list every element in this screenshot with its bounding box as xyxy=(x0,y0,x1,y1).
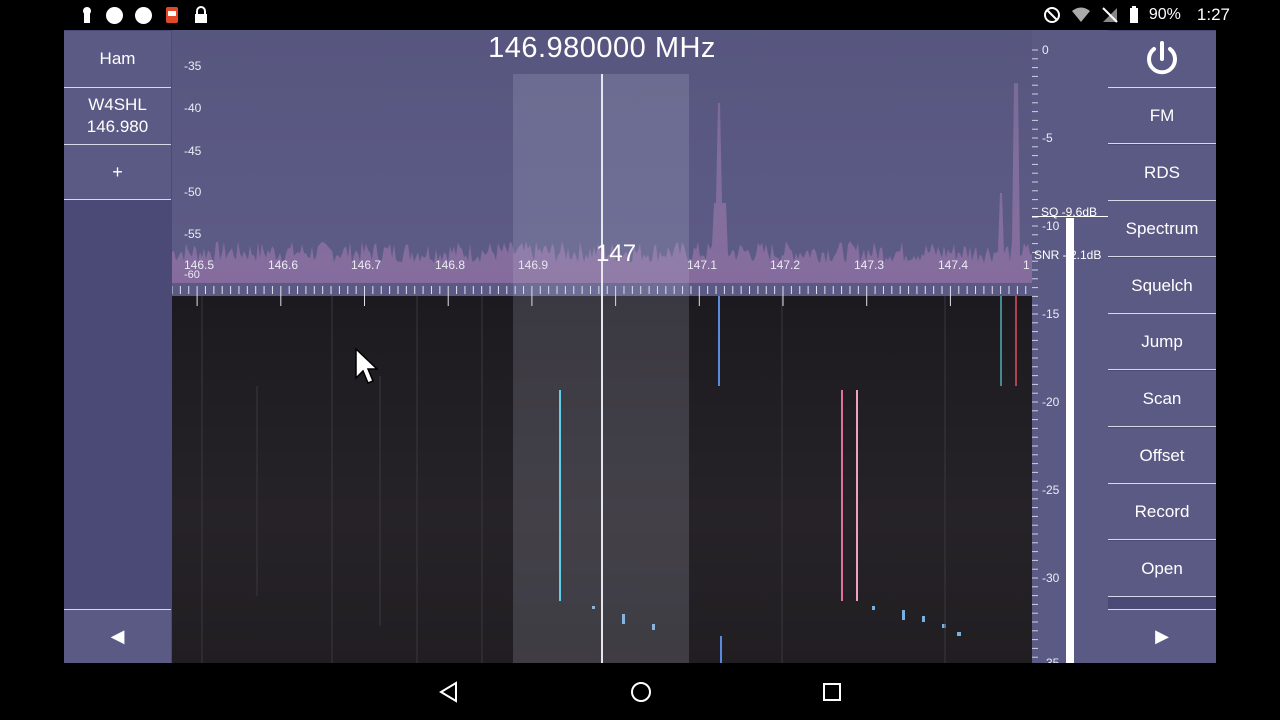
x-axis-label: 147.2 xyxy=(770,258,801,272)
radio-app-icon xyxy=(166,7,178,23)
x-axis-label: 147.3 xyxy=(854,258,885,272)
clock: 1:27 xyxy=(1196,5,1230,24)
wifi-icon xyxy=(1071,7,1090,22)
spectrum-button[interactable]: Spectrum xyxy=(1108,201,1216,257)
prev-page-button[interactable]: ◀ xyxy=(64,609,171,663)
notification-dot-icon xyxy=(106,7,123,24)
scale-label: -20 xyxy=(1042,395,1060,409)
center-frequency-label: 147 xyxy=(596,240,637,267)
back-icon[interactable] xyxy=(438,681,460,703)
mouse-cursor-icon xyxy=(355,348,379,384)
battery-percent: 90% xyxy=(1148,6,1181,23)
recents-icon[interactable] xyxy=(822,682,842,702)
scale-label: -5 xyxy=(1042,131,1053,145)
y-axis-label: -45 xyxy=(184,144,202,158)
x-axis-label: 146.8 xyxy=(435,258,466,272)
x-axis-label: 146.5 xyxy=(184,258,215,272)
squelch-button[interactable]: Squelch xyxy=(1108,258,1216,314)
scale-label: -35 xyxy=(1042,656,1060,663)
next-page-button[interactable]: ▶ xyxy=(1108,609,1216,663)
x-axis-label: 147.4 xyxy=(938,258,969,272)
battery-icon xyxy=(1129,6,1138,23)
do-not-disturb-icon xyxy=(1043,7,1060,23)
x-axis-label: 147.1 xyxy=(687,258,718,272)
scan-button[interactable]: Scan xyxy=(1108,371,1216,427)
record-button[interactable]: Record xyxy=(1108,484,1216,540)
scale-label: -10 xyxy=(1042,219,1060,233)
add-bookmark-button[interactable]: + xyxy=(64,145,171,200)
no-signal-icon xyxy=(1102,7,1118,23)
power-button[interactable] xyxy=(1108,31,1216,88)
scale-label: 0 xyxy=(1042,43,1049,57)
bookmark-w4shl[interactable]: W4SHL 146.980 xyxy=(64,88,171,145)
scale-label: -25 xyxy=(1042,483,1060,497)
open-button[interactable]: Open xyxy=(1108,541,1216,597)
y-axis-label: -40 xyxy=(184,101,202,115)
band-button-ham[interactable]: Ham xyxy=(64,31,171,88)
right-arrow-icon: ▶ xyxy=(1155,626,1169,646)
left-arrow-icon: ◀ xyxy=(110,626,125,646)
y-axis-label: -35 xyxy=(184,59,202,73)
scale-label: -15 xyxy=(1042,307,1060,321)
scale-ticks xyxy=(1032,49,1038,658)
keyhole-icon xyxy=(83,7,91,23)
scale-label: -30 xyxy=(1042,571,1060,585)
notification-dot-icon xyxy=(135,7,152,24)
squelch-readout: SQ -9.6dB xyxy=(1041,205,1098,219)
rds-button[interactable]: RDS xyxy=(1108,145,1216,201)
x-axis-label: 146.7 xyxy=(351,258,382,272)
power-icon xyxy=(1147,41,1177,75)
y-axis-label: -50 xyxy=(184,185,202,199)
home-icon[interactable] xyxy=(630,681,652,703)
tuning-marker[interactable] xyxy=(601,74,603,663)
navigation-bar xyxy=(0,663,1280,720)
jump-button[interactable]: Jump xyxy=(1108,314,1216,370)
lock-icon xyxy=(195,6,207,23)
y-axis-label: -55 xyxy=(184,227,202,241)
frequency-display[interactable]: 146.980000 MHz xyxy=(172,32,1032,65)
x-axis-label: 146.6 xyxy=(268,258,299,272)
mode-fm-button[interactable]: FM xyxy=(1108,88,1216,144)
offset-button[interactable]: Offset xyxy=(1108,428,1216,484)
status-bar: 90% 1:27 xyxy=(0,0,1280,30)
signal-level-bar xyxy=(1066,218,1074,663)
x-axis-label: 1 xyxy=(1023,258,1030,272)
